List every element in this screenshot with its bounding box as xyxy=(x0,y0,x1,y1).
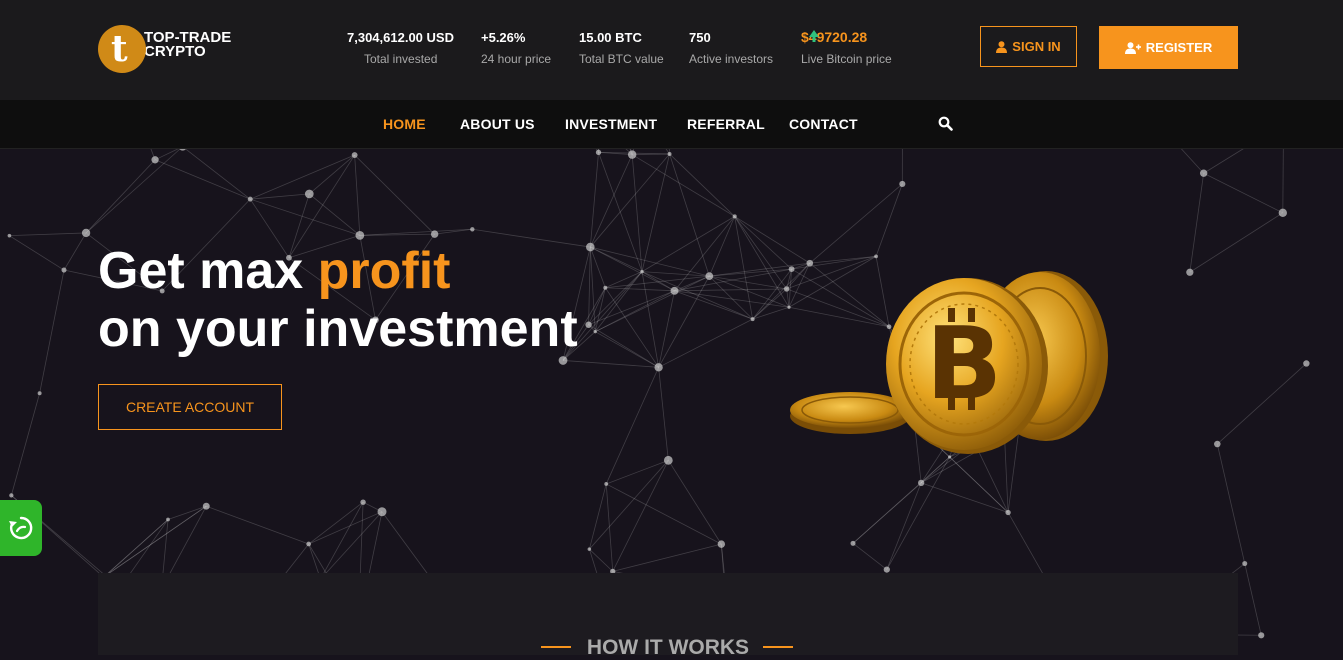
user-plus-icon xyxy=(1125,42,1141,54)
register-button[interactable]: REGISTER xyxy=(1099,26,1238,69)
hero-heading: Get max profit on your investment xyxy=(98,242,578,358)
search-icon[interactable] xyxy=(938,116,953,131)
svg-text:B: B xyxy=(926,305,1002,422)
create-account-button[interactable]: CREATE ACCOUNT xyxy=(98,384,282,430)
brand-line2: CRYPTO xyxy=(144,45,231,59)
nav-item-home[interactable]: HOME xyxy=(383,116,426,132)
hero-line-2: on your investment xyxy=(98,300,578,358)
brand-logo[interactable]: t TOP-TRADE CRYPTO xyxy=(98,25,231,73)
stat-label: Total BTC value xyxy=(579,52,664,66)
stat-active-investors: 750 Active investors xyxy=(689,30,773,66)
logo-text: TOP-TRADE CRYPTO xyxy=(144,31,231,59)
chat-widget-icon xyxy=(8,515,34,541)
title-divider-right xyxy=(763,646,793,648)
stat-value: +5.26% xyxy=(481,30,551,45)
stat-label: Live Bitcoin price xyxy=(801,52,892,66)
chat-widget-button[interactable] xyxy=(0,500,42,556)
nav-item-referral[interactable]: REFERRAL xyxy=(687,116,765,132)
stat-total-invested: 7,304,612.00 USD Total invested xyxy=(347,30,454,66)
nav-item-contact[interactable]: CONTACT xyxy=(789,116,858,132)
hero-line-1: Get max profit xyxy=(98,242,578,300)
hero-text-plain: Get max xyxy=(98,242,318,300)
create-account-label: CREATE ACCOUNT xyxy=(126,399,254,415)
stat-btc-value: 15.00 BTC Total BTC value xyxy=(579,30,664,66)
stat-value: 7,304,612.00 USD xyxy=(347,30,454,45)
how-it-works-section: HOW IT WORKS xyxy=(98,573,1238,655)
logo-mark: t xyxy=(98,25,146,73)
main-nav: HOME ABOUT US INVESTMENT REFERRAL CONTAC… xyxy=(0,100,1343,149)
user-icon xyxy=(996,41,1007,53)
nav-item-investment[interactable]: INVESTMENT xyxy=(565,116,657,132)
register-label: REGISTER xyxy=(1146,40,1212,55)
price-up-arrow-icon xyxy=(809,30,819,42)
top-bar: t TOP-TRADE CRYPTO 7,304,612.00 USD Tota… xyxy=(0,0,1343,100)
stat-live-bitcoin: $49720.28 Live Bitcoin price xyxy=(801,29,892,66)
bitcoin-coins-image: B xyxy=(788,268,1118,468)
sign-in-label: SIGN IN xyxy=(1012,39,1060,54)
how-it-works-title: HOW IT WORKS xyxy=(98,636,1238,660)
stat-24h-price: +5.26% 24 hour price xyxy=(481,30,551,66)
stat-value: 15.00 BTC xyxy=(579,30,664,45)
stat-label: 24 hour price xyxy=(481,52,551,66)
sign-in-button[interactable]: SIGN IN xyxy=(980,26,1077,67)
hero-text-accent: profit xyxy=(318,242,451,300)
stat-label: Total invested xyxy=(364,52,454,66)
stat-label: Active investors xyxy=(689,52,773,66)
nav-item-about-us[interactable]: ABOUT US xyxy=(460,116,535,132)
stat-value: 750 xyxy=(689,30,773,45)
